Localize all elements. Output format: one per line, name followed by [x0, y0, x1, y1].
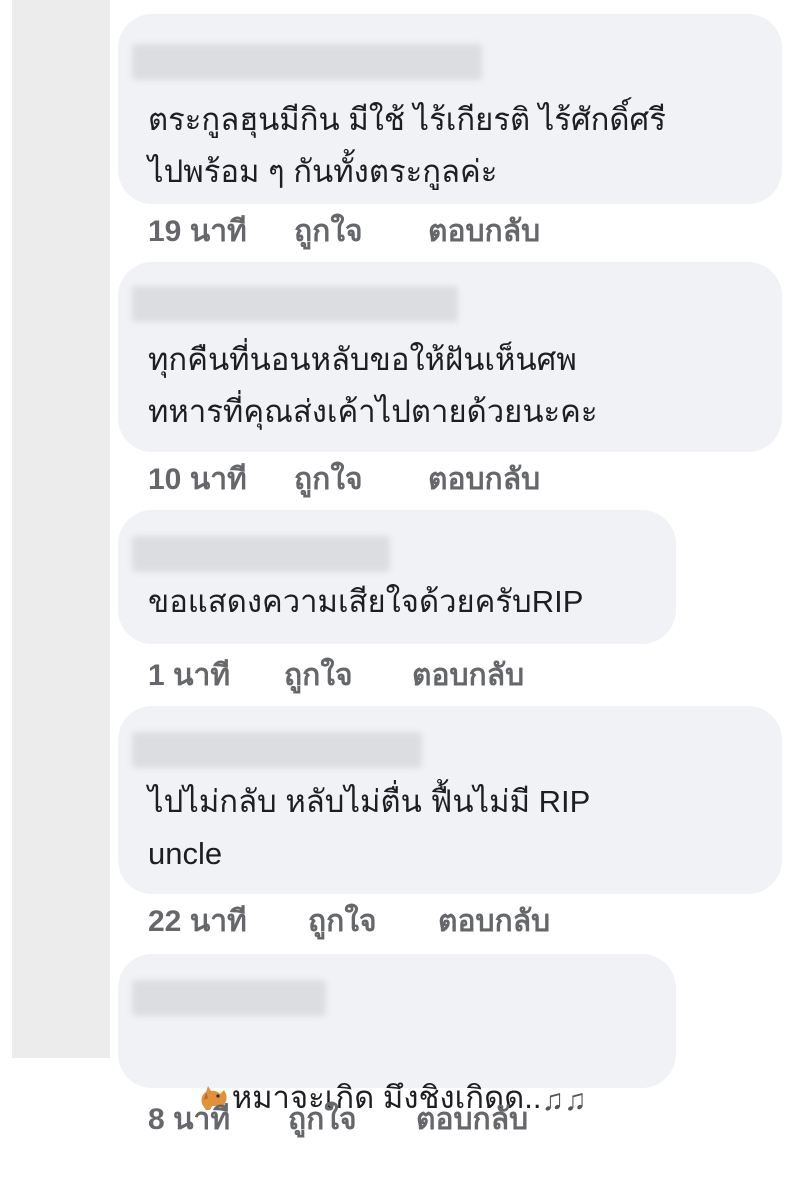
comment-bubble: ทุกคืนที่นอนหลับขอให้ฝันเห็นศพ ทหารที่คุ… [118, 262, 782, 452]
like-button[interactable]: ถูกใจ [284, 652, 412, 699]
reply-button[interactable]: ตอบกลับ [428, 208, 540, 255]
comment-bubble: หมาจะเกิด มึงชิงเกิดด..♫♫ [118, 954, 676, 1117]
like-button[interactable]: ถูกใจ [294, 456, 428, 503]
author-name-blurred[interactable] [132, 286, 458, 322]
reply-button[interactable]: ตอบกลับ [416, 1096, 528, 1143]
comment-text: ตระกูลฮุนมีกิน มีใช้ ไร้เกียรติ ไร้ศักดิ… [148, 102, 666, 189]
comment-text: ไปไม่กลับ หลับไม่ตื่น ฟื้นไม่มี RIP uncl… [148, 784, 591, 871]
comment-timestamp[interactable]: 8 นาที [148, 1096, 288, 1143]
like-button[interactable]: ถูกใจ [294, 208, 428, 255]
comment-timestamp[interactable]: 1 นาที [148, 652, 284, 699]
reply-button[interactable]: ตอบกลับ [438, 898, 550, 945]
comment-timestamp[interactable]: 19 นาที [148, 208, 294, 255]
comment-actions: 22 นาที ถูกใจ ตอบกลับ [148, 900, 550, 942]
like-button[interactable]: ถูกใจ [288, 1096, 416, 1143]
music-notes-icon: ♫♫ [541, 1084, 587, 1117]
author-name-blurred[interactable] [132, 980, 326, 1016]
comment-actions: 1 นาที ถูกใจ ตอบกลับ [148, 654, 524, 696]
comment-bubble: ขอแสดงความเสียใจด้วยครับRIP [118, 510, 676, 644]
author-name-blurred[interactable] [132, 536, 390, 572]
reply-button[interactable]: ตอบกลับ [412, 652, 524, 699]
author-name-blurred[interactable] [132, 732, 422, 768]
comment-bubble: ไปไม่กลับ หลับไม่ตื่น ฟื้นไม่มี RIP uncl… [118, 706, 782, 894]
comment-timestamp[interactable]: 22 นาที [148, 898, 308, 945]
comment-bubble: ตระกูลฮุนมีกิน มีใช้ ไร้เกียรติ ไร้ศักดิ… [118, 14, 782, 204]
like-button[interactable]: ถูกใจ [308, 898, 438, 945]
comment-actions: 19 นาที ถูกใจ ตอบกลับ [148, 210, 540, 252]
reply-thread-line [12, 0, 110, 1058]
comment-actions: 10 นาที ถูกใจ ตอบกลับ [148, 458, 540, 500]
author-name-blurred[interactable] [132, 44, 482, 80]
comment-text: ทุกคืนที่นอนหลับขอให้ฝันเห็นศพ ทหารที่คุ… [148, 342, 598, 429]
comment-text: ขอแสดงความเสียใจด้วยครับRIP [148, 584, 584, 619]
comment-actions: 8 นาที ถูกใจ ตอบกลับ [148, 1098, 528, 1140]
reply-button[interactable]: ตอบกลับ [428, 456, 540, 503]
comment-timestamp[interactable]: 10 นาที [148, 456, 294, 503]
